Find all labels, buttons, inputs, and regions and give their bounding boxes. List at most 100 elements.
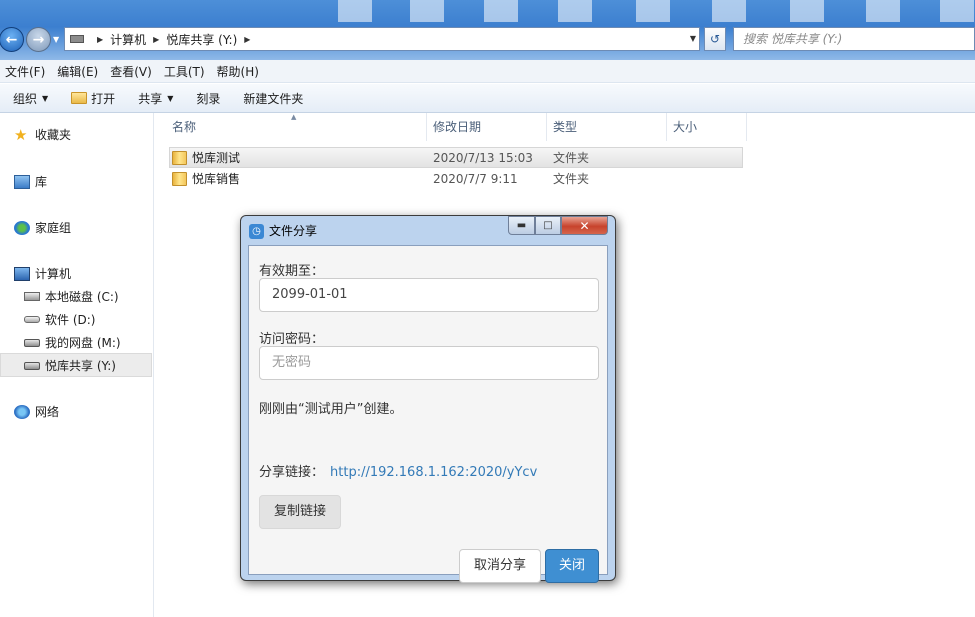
address-bar[interactable]: ▶ 计算机 ▶ 悦库共享 (Y:) ▶ ▼ (64, 27, 700, 51)
background-window-tile (940, 0, 974, 22)
app-clock-icon: ◷ (249, 224, 264, 239)
share-link-url[interactable]: http://192.168.1.162:2020/yYcv (330, 465, 537, 480)
column-size[interactable]: 大小 (667, 113, 747, 141)
breadcrumb-share-drive[interactable]: 悦库共享 (Y:) (166, 31, 237, 48)
close-window-button[interactable]: ✕ (561, 216, 608, 235)
share-label: 共享 (138, 91, 163, 106)
address-history-dropdown[interactable]: ▼ (690, 34, 696, 43)
share-link-row: 分享链接： http://192.168.1.162:2020/yYcv (259, 461, 537, 480)
background-window-tile (484, 0, 518, 22)
expiry-date-field[interactable]: 2099-01-01 (259, 278, 599, 312)
search-input[interactable]: 搜索 悦库共享 (Y:) (733, 27, 975, 51)
organize-label: 组织 (13, 91, 38, 106)
breadcrumb-computer[interactable]: 计算机 (110, 31, 146, 48)
command-bar: 组织 ▼ 打开 共享 ▼ 刻录 新建文件夹 (0, 84, 975, 113)
drive-icon (70, 35, 84, 43)
file-type: 文件夹 (553, 151, 590, 165)
share-link-label: 分享链接： (259, 465, 325, 480)
back-button[interactable]: ← (0, 27, 24, 52)
background-window-tile (866, 0, 900, 22)
sidebar-item-label: 悦库共享 (Y:) (45, 359, 116, 373)
star-icon: ★ (14, 125, 28, 144)
share-button[interactable]: 共享 ▼ (138, 90, 173, 107)
chevron-right-icon[interactable]: ▶ (97, 35, 103, 44)
sidebar-item-libraries[interactable]: 库 (14, 173, 47, 190)
new-folder-button[interactable]: 新建文件夹 (243, 90, 303, 107)
sidebar-item-label: 收藏夹 (35, 128, 72, 142)
sidebar-item-label: 我的网盘 (M:) (45, 336, 121, 350)
dialog-content: 有效期至： 2099-01-01 访问密码： 无密码 刚刚由“测试用户”创建。 … (248, 245, 608, 583)
created-note: 刚刚由“测试用户”创建。 (259, 402, 403, 417)
sidebar-item-label: 家庭组 (35, 221, 72, 235)
menu-tools[interactable]: 工具(T) (159, 63, 210, 80)
sidebar-item-label: 网络 (35, 405, 60, 419)
file-row[interactable]: 悦库测试 2020/7/13 15:03 文件夹 (169, 147, 743, 168)
sidebar-item-label: 软件 (D:) (45, 313, 96, 327)
library-icon (14, 174, 30, 189)
sidebar-item-label: 计算机 (35, 267, 72, 281)
sidebar-item-drive-y[interactable]: 悦库共享 (Y:) (24, 357, 116, 374)
menu-file[interactable]: 文件(F) (0, 63, 50, 80)
cancel-share-button[interactable]: 取消分享 (459, 549, 541, 583)
close-icon: ✕ (579, 218, 590, 233)
sidebar-item-drive-c[interactable]: 本地磁盘 (C:) (24, 288, 119, 305)
file-name: 悦库销售 (192, 172, 241, 186)
column-name[interactable]: 名称 (166, 113, 427, 141)
file-name: 悦库测试 (192, 151, 241, 165)
refresh-button[interactable]: ↺ (704, 27, 726, 51)
new-folder-label: 新建文件夹 (243, 91, 304, 106)
background-window-tile (636, 0, 670, 22)
sidebar-item-drive-d[interactable]: 软件 (D:) (24, 311, 95, 328)
maximize-icon: □ (543, 220, 553, 231)
chevron-right-icon[interactable]: ▶ (153, 35, 159, 44)
file-modified: 2020/7/13 15:03 (433, 150, 533, 165)
open-folder-icon (71, 92, 88, 104)
computer-icon (14, 266, 30, 281)
navigation-bar: ← → ▼ ▶ 计算机 ▶ 悦库共享 (Y:) ▶ ▼ ↺ 搜索 悦库共享 (Y… (0, 24, 975, 56)
dialog-title: 文件分享 (269, 224, 318, 238)
column-modified[interactable]: 修改日期 (427, 113, 547, 141)
column-header: ▲ 名称 修改日期 类型 大小 (155, 113, 975, 141)
arrow-right-icon: → (32, 31, 45, 48)
organize-button[interactable]: 组织 ▼ (13, 90, 48, 107)
background-window-tile (410, 0, 444, 22)
sidebar-item-drive-m[interactable]: 我的网盘 (M:) (24, 334, 121, 351)
recent-pages-dropdown[interactable]: ▼ (53, 35, 59, 44)
menu-help[interactable]: 帮助(H) (212, 63, 264, 80)
dialog-titlebar[interactable]: ◷ 文件分享 ▬ □ ✕ (241, 216, 615, 245)
file-type: 文件夹 (553, 172, 590, 186)
navigation-pane: ★ 收藏夹 库 家庭组 计算机 本地磁盘 (C:) 软件 (D:) 我的网盘 (… (0, 113, 154, 617)
password-field[interactable]: 无密码 (259, 346, 599, 380)
homegroup-icon (14, 220, 30, 235)
folder-icon (172, 171, 187, 186)
system-drive-icon (24, 292, 40, 301)
file-row[interactable]: 悦库销售 2020/7/7 9:11 文件夹 (169, 168, 743, 189)
background-window-tile (712, 0, 746, 22)
chevron-right-icon[interactable]: ▶ (244, 35, 250, 44)
column-type[interactable]: 类型 (547, 113, 667, 141)
network-drive-icon (24, 338, 40, 347)
sidebar-item-network[interactable]: 网络 (14, 403, 59, 420)
file-share-dialog: ◷ 文件分享 ▬ □ ✕ 有效期至： 2099-01-01 访问密码： 无密码 … (240, 215, 616, 583)
copy-link-button[interactable]: 复制链接 (259, 495, 341, 529)
folder-icon (172, 150, 187, 165)
menu-edit[interactable]: 编辑(E) (52, 63, 103, 80)
burn-button[interactable]: 刻录 (196, 90, 220, 107)
password-label: 访问密码： (259, 332, 325, 347)
forward-button[interactable]: → (26, 27, 51, 52)
sidebar-item-computer[interactable]: 计算机 (14, 265, 71, 282)
minimize-button[interactable]: ▬ (508, 216, 535, 235)
maximize-button[interactable]: □ (535, 216, 561, 235)
sidebar-item-favorites[interactable]: ★ 收藏夹 (14, 126, 71, 143)
close-button[interactable]: 关闭 (545, 549, 599, 583)
chevron-down-icon: ▼ (167, 93, 174, 103)
chevron-down-icon: ▼ (42, 93, 49, 103)
network-drive-icon (24, 361, 40, 370)
sidebar-item-homegroup[interactable]: 家庭组 (14, 219, 71, 236)
background-window-tile (558, 0, 592, 22)
window-titlebar: ← → ▼ ▶ 计算机 ▶ 悦库共享 (Y:) ▶ ▼ ↺ 搜索 悦库共享 (Y… (0, 0, 975, 60)
open-button[interactable]: 打开 (71, 90, 115, 107)
expiry-label: 有效期至： (259, 264, 325, 279)
menu-view[interactable]: 查看(V) (105, 63, 157, 80)
minimize-icon: ▬ (516, 220, 527, 231)
